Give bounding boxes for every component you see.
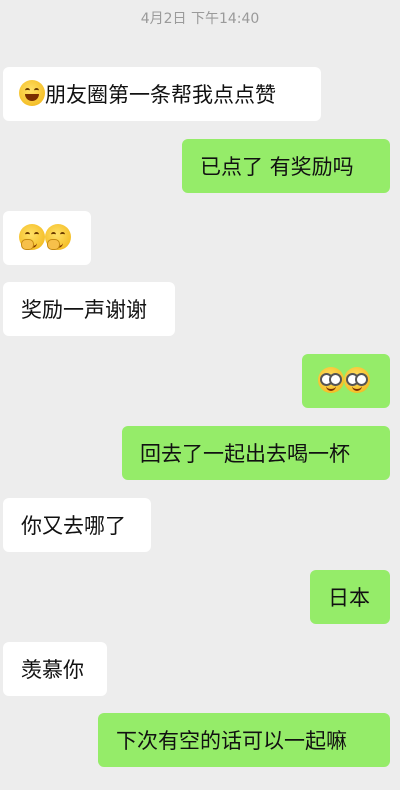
nerd-emoji-icon xyxy=(318,367,344,393)
grin-emoji-icon xyxy=(19,80,45,106)
incoming-message-bubble[interactable]: 奖励一声谢谢 xyxy=(3,282,175,336)
incoming-message-bubble[interactable]: 朋友圈第一条帮我点点赞 xyxy=(3,67,321,121)
message-text: 奖励一声谢谢 xyxy=(21,298,147,322)
outgoing-message-bubble[interactable] xyxy=(302,354,390,408)
message-text: 已点了 有奖励吗 xyxy=(200,155,354,179)
message-timestamp: 4月2日 下午14:40 xyxy=(140,11,260,27)
outgoing-message-bubble[interactable]: 已点了 有奖励吗 xyxy=(182,139,390,193)
message-text: 羡慕你 xyxy=(21,658,84,682)
outgoing-message-bubble[interactable]: 日本 xyxy=(310,570,390,624)
message-text: 日本 xyxy=(328,586,370,610)
incoming-message-bubble[interactable] xyxy=(3,211,91,265)
incoming-message-bubble[interactable]: 羡慕你 xyxy=(3,642,107,696)
thinking-emoji-icon xyxy=(45,224,71,250)
message-text: 朋友圈第一条帮我点点赞 xyxy=(45,83,276,107)
thinking-emoji-icon xyxy=(19,224,45,250)
incoming-message-bubble[interactable]: 你又去哪了 xyxy=(3,498,151,552)
outgoing-message-bubble[interactable]: 下次有空的话可以一起嘛 xyxy=(98,713,390,767)
nerd-emoji-icon xyxy=(344,367,370,393)
message-text: 你又去哪了 xyxy=(21,514,126,538)
message-text: 回去了一起出去喝一杯 xyxy=(140,442,350,466)
message-text: 下次有空的话可以一起嘛 xyxy=(116,729,347,753)
outgoing-message-bubble[interactable]: 回去了一起出去喝一杯 xyxy=(122,426,390,480)
